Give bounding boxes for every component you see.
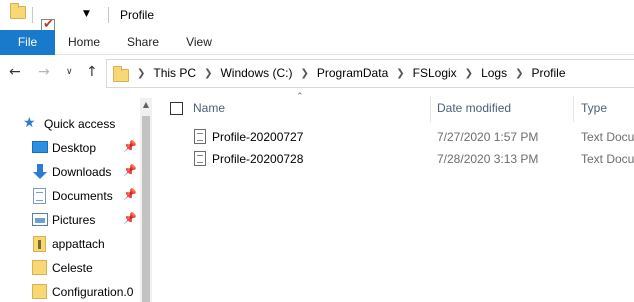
back-arrow-icon[interactable]: ←	[9, 64, 21, 80]
pin-icon[interactable]: 📌	[123, 188, 137, 201]
sidebar-item-label: Pictures	[52, 213, 96, 227]
navigation-pane: ★ Quick access Desktop 📌 Downloads 📌 Doc…	[0, 92, 152, 302]
folder-icon	[113, 66, 129, 82]
select-all-checkbox[interactable]	[170, 102, 183, 115]
chevron-right-icon[interactable]: ❯	[515, 60, 523, 87]
sidebar-item-downloads[interactable]: Downloads 📌	[0, 160, 140, 184]
sidebar-item-label: Configuration.0	[52, 285, 134, 299]
scroll-up-arrow-icon[interactable]: ▲	[140, 100, 152, 109]
sidebar-item-appattach[interactable]: appattach	[0, 232, 140, 256]
folder-icon	[32, 284, 47, 299]
file-date-modified: 7/27/2020 1:57 PM	[437, 130, 539, 144]
file-list: ⌃ Name Date modified Type Profile-202007…	[158, 92, 634, 302]
sort-ascending-icon: ⌃	[296, 92, 304, 102]
folder-icon[interactable]	[10, 3, 26, 19]
sidebar-item-label: Celeste	[52, 261, 93, 275]
file-type: Text Docu	[581, 130, 634, 144]
scrollbar-thumb[interactable]	[142, 116, 150, 302]
divider	[32, 7, 33, 23]
sidebar-item-desktop[interactable]: Desktop 📌	[0, 136, 140, 160]
sidebar-item-label: Desktop	[52, 141, 97, 155]
ribbon: File Home Share View	[0, 30, 634, 55]
file-name: Profile-20200728	[212, 152, 304, 166]
breadcrumb-this-pc[interactable]: This PC	[153, 60, 196, 87]
tab-view[interactable]: View	[180, 30, 218, 55]
navigation-scrollbar[interactable]: ▲	[140, 98, 152, 302]
address-bar[interactable]: ❯ This PC ❯ Windows (C:) ❯ ProgramData ❯…	[106, 59, 634, 88]
breadcrumb-fslogix[interactable]: FSLogix	[413, 60, 457, 87]
chevron-right-icon[interactable]: ❯	[137, 60, 145, 87]
folder-icon	[32, 260, 47, 275]
downloads-icon	[32, 164, 48, 180]
sidebar-item-documents[interactable]: Documents 📌	[0, 184, 140, 208]
documents-icon	[33, 188, 46, 204]
divider	[108, 7, 109, 23]
breadcrumb-logs[interactable]: Logs	[481, 60, 507, 87]
text-file-icon	[194, 151, 206, 166]
file-date-modified: 7/28/2020 3:13 PM	[437, 152, 539, 166]
tab-share[interactable]: Share	[122, 30, 164, 55]
pin-icon[interactable]: 📌	[123, 212, 137, 225]
breadcrumb-programdata[interactable]: ProgramData	[317, 60, 388, 87]
table-row[interactable]: Profile-20200727 7/27/2020 1:57 PM Text …	[158, 126, 634, 148]
sidebar-item-label: appattach	[52, 237, 105, 251]
chevron-right-icon[interactable]: ❯	[396, 60, 404, 87]
customize-toolbar-chevron-icon[interactable]: ▼	[83, 9, 90, 19]
column-divider[interactable]	[430, 96, 431, 122]
text-file-icon	[194, 129, 206, 144]
up-arrow-icon[interactable]: ↑	[86, 64, 98, 80]
sidebar-item-quick-access[interactable]: ★ Quick access	[0, 112, 140, 136]
desktop-icon	[32, 141, 48, 153]
file-type: Text Docu	[581, 152, 634, 166]
appattach-icon	[33, 236, 46, 252]
recent-locations-chevron-icon[interactable]: ∨	[66, 67, 73, 77]
sidebar-item-pictures[interactable]: Pictures 📌	[0, 208, 140, 232]
sidebar-item-label: Documents	[52, 189, 113, 203]
column-header-type[interactable]: Type	[581, 101, 607, 115]
forward-arrow-icon[interactable]: →	[38, 64, 50, 80]
pictures-icon	[32, 213, 48, 226]
chevron-right-icon[interactable]: ❯	[204, 60, 212, 87]
breadcrumb-windows-c[interactable]: Windows (C:)	[220, 60, 292, 87]
sidebar-item-celeste[interactable]: Celeste	[0, 256, 140, 280]
sidebar-item-configuration[interactable]: Configuration.0	[0, 280, 140, 302]
tab-home[interactable]: Home	[62, 30, 106, 55]
pin-icon[interactable]: 📌	[123, 140, 137, 153]
sidebar-item-label: Downloads	[52, 165, 112, 179]
table-row[interactable]: Profile-20200728 7/28/2020 3:13 PM Text …	[158, 148, 634, 170]
file-name: Profile-20200727	[212, 130, 304, 144]
window-title: Profile	[120, 8, 155, 22]
column-header-name[interactable]: Name	[193, 101, 225, 115]
star-icon: ★	[23, 115, 36, 131]
title-bar: ▼ Profile	[0, 0, 634, 47]
pin-icon[interactable]: 📌	[123, 164, 137, 177]
navigation-row: ← → ∨ ↑ ❯ This PC ❯ Windows (C:) ❯ Progr…	[0, 56, 634, 92]
column-divider[interactable]	[573, 96, 574, 122]
breadcrumb: ❯ This PC ❯ Windows (C:) ❯ ProgramData ❯…	[137, 60, 566, 87]
sidebar-item-label: Quick access	[44, 117, 116, 131]
breadcrumb-profile[interactable]: Profile	[531, 60, 565, 87]
tab-file[interactable]: File	[0, 30, 55, 55]
chevron-right-icon[interactable]: ❯	[300, 60, 308, 87]
column-header-date-modified[interactable]: Date modified	[437, 101, 511, 115]
chevron-right-icon[interactable]: ❯	[465, 60, 473, 87]
